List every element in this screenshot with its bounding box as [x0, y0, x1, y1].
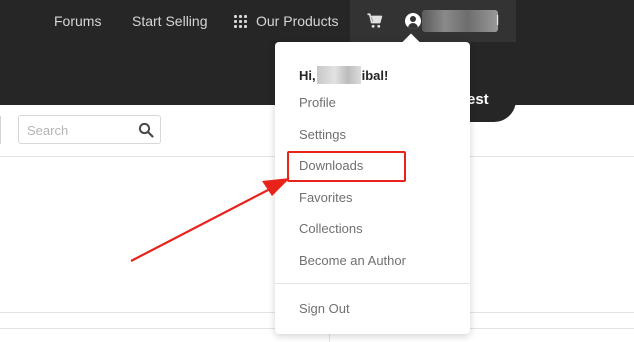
search-icon[interactable]	[138, 122, 154, 138]
menu-item-sign-out[interactable]: Sign Out	[299, 301, 350, 316]
menu-item-settings[interactable]: Settings	[299, 127, 346, 142]
menu-item-become-author[interactable]: Become an Author	[299, 253, 406, 268]
nav-start-selling[interactable]: Start Selling	[132, 13, 207, 29]
grid-icon	[234, 14, 247, 28]
username-redacted	[422, 10, 498, 32]
nav-our-products-label: Our Products	[256, 13, 339, 29]
nav-our-products[interactable]: Our Products	[234, 13, 338, 29]
toolbar-divider	[0, 116, 1, 144]
downloads-highlight-box	[287, 151, 406, 182]
menu-item-favorites[interactable]: Favorites	[299, 190, 352, 205]
user-icon[interactable]	[405, 13, 421, 29]
search-box	[18, 115, 161, 144]
menu-item-collections[interactable]: Collections	[299, 221, 363, 236]
user-dropdown-menu: Hi, ibal! Profile Settings Downloads Fav…	[275, 42, 470, 334]
menu-item-profile[interactable]: Profile	[299, 95, 336, 110]
menu-divider	[275, 283, 470, 284]
cart-icon[interactable]	[366, 12, 384, 30]
username-tail: l	[496, 12, 500, 28]
search-input[interactable]	[27, 121, 132, 139]
nav-forums[interactable]: Forums	[54, 13, 101, 29]
user-greeting: Hi, ibal!	[299, 66, 389, 84]
greeting-name-redacted	[316, 66, 361, 84]
user-area: l	[350, 0, 516, 42]
